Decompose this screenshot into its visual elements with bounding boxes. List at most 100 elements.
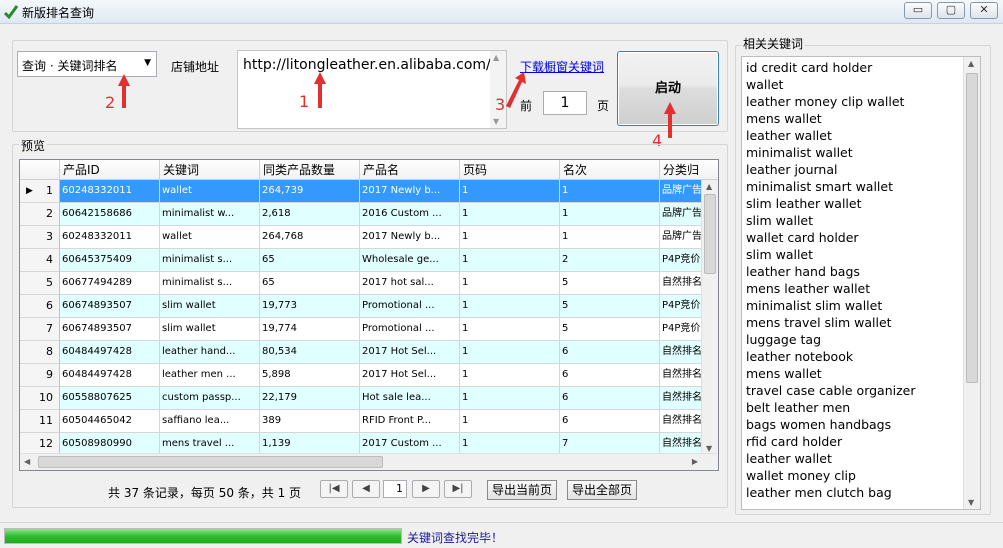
table-cell[interactable]: 1 xyxy=(460,180,560,203)
table-cell[interactable]: 60558807625 xyxy=(60,387,160,410)
table-cell[interactable]: 22,179 xyxy=(260,387,360,410)
download-keywords-link[interactable]: 下载橱窗关键词 xyxy=(520,58,604,75)
column-header[interactable]: 页码 xyxy=(460,160,560,180)
table-cell[interactable]: 2017 Newly b... xyxy=(360,180,460,203)
table-cell[interactable]: 2,618 xyxy=(260,203,360,226)
keyword-item[interactable]: minimalist slim wallet xyxy=(746,298,882,313)
row-header[interactable]: 2 xyxy=(20,203,60,226)
table-cell[interactable]: 1 xyxy=(560,226,660,249)
table-cell[interactable]: 19,774 xyxy=(260,318,360,341)
table-cell[interactable]: 6 xyxy=(560,387,660,410)
scroll-right-icon[interactable]: ▶ xyxy=(692,457,698,466)
keywords-scrollbar[interactable]: ▲ ▼ xyxy=(963,57,980,509)
table-cell[interactable]: 65 xyxy=(260,249,360,272)
table-cell[interactable]: 1 xyxy=(460,249,560,272)
table-cell[interactable]: wallet xyxy=(160,226,260,249)
row-header[interactable]: 5 xyxy=(20,272,60,295)
column-header[interactable]: 关键词 xyxy=(160,160,260,180)
export-all-button[interactable]: 导出全部页 xyxy=(567,480,638,500)
scroll-down-icon[interactable]: ▼ xyxy=(706,444,712,453)
table-cell[interactable]: 6 xyxy=(560,364,660,387)
row-header[interactable]: 10 xyxy=(20,387,60,410)
table-cell[interactable]: saffiano lea... xyxy=(160,410,260,433)
results-grid[interactable]: 产品ID 关键词 同类产品数量 产品名 页码 名次 分类归 ▶ 1 60248332… xyxy=(19,159,719,471)
last-page-button[interactable]: ▶| xyxy=(444,480,472,498)
keyword-item[interactable]: slim wallet xyxy=(746,247,813,262)
table-cell[interactable]: minimalist s... xyxy=(160,249,260,272)
keyword-item[interactable]: slim leather wallet xyxy=(746,196,861,211)
scroll-down-icon[interactable]: ▼ xyxy=(493,117,499,126)
column-header[interactable]: 分类归 xyxy=(660,160,718,180)
table-cell[interactable]: 1 xyxy=(560,203,660,226)
keyword-item[interactable]: leather notebook xyxy=(746,349,853,364)
grid-horizontal-scrollbar[interactable]: ◀ ▶ xyxy=(20,453,718,470)
table-cell[interactable]: 1 xyxy=(460,318,560,341)
row-header[interactable]: 8 xyxy=(20,341,60,364)
scroll-thumb[interactable] xyxy=(38,456,383,468)
table-cell[interactable]: slim wallet xyxy=(160,295,260,318)
table-cell[interactable]: 2 xyxy=(560,249,660,272)
table-cell[interactable]: 1 xyxy=(460,364,560,387)
table-cell[interactable]: minimalist w... xyxy=(160,203,260,226)
table-cell[interactable]: 2017 Newly b... xyxy=(360,226,460,249)
table-cell[interactable]: 60484497428 xyxy=(60,364,160,387)
keyword-item[interactable]: mens wallet xyxy=(746,111,822,126)
table-cell[interactable]: wallet xyxy=(160,180,260,203)
current-page-input[interactable]: 1 xyxy=(383,480,407,498)
table-cell[interactable]: 60484497428 xyxy=(60,341,160,364)
scroll-left-icon[interactable]: ◀ xyxy=(24,457,30,466)
table-cell[interactable]: 60674893507 xyxy=(60,318,160,341)
keyword-item[interactable]: mens wallet xyxy=(746,366,822,381)
keyword-item[interactable]: leather journal xyxy=(746,162,837,177)
row-header[interactable]: 11 xyxy=(20,410,60,433)
table-cell[interactable]: 65 xyxy=(260,272,360,295)
keyword-item[interactable]: leather hand bags xyxy=(746,264,860,279)
table-cell[interactable]: 2017 hot sal... xyxy=(360,272,460,295)
table-cell[interactable]: 2017 Hot Sel... xyxy=(360,341,460,364)
keyword-item[interactable]: minimalist smart wallet xyxy=(746,179,893,194)
grid-vertical-scrollbar[interactable]: ▲ ▼ xyxy=(701,180,718,455)
table-cell[interactable]: 5 xyxy=(560,272,660,295)
table-cell[interactable]: 6 xyxy=(560,410,660,433)
query-type-select[interactable]: 查询 · 关键词排名 ▼ xyxy=(17,51,157,77)
table-cell[interactable]: Hot sale lea... xyxy=(360,387,460,410)
table-cell[interactable]: Wholesale ge... xyxy=(360,249,460,272)
keyword-item[interactable]: leather men clutch bag xyxy=(746,485,892,500)
minimize-button[interactable]: ▭ xyxy=(904,2,932,19)
row-header[interactable]: 9 xyxy=(20,364,60,387)
table-cell[interactable]: 1 xyxy=(460,272,560,295)
scroll-thumb[interactable] xyxy=(966,73,978,383)
table-cell[interactable]: slim wallet xyxy=(160,318,260,341)
keyword-item[interactable]: mens leather wallet xyxy=(746,281,870,296)
keyword-item[interactable]: wallet money clip xyxy=(746,468,856,483)
scroll-up-icon[interactable]: ▲ xyxy=(968,59,974,68)
keyword-item[interactable]: rfid card holder xyxy=(746,434,842,449)
scroll-down-icon[interactable]: ▼ xyxy=(968,498,974,507)
table-cell[interactable]: 389 xyxy=(260,410,360,433)
table-cell[interactable]: 1 xyxy=(460,295,560,318)
table-cell[interactable]: 6 xyxy=(560,341,660,364)
table-cell[interactable]: 2016 Custom ... xyxy=(360,203,460,226)
keyword-item[interactable]: bags women handbags xyxy=(746,417,891,432)
table-cell[interactable]: custom passp... xyxy=(160,387,260,410)
keyword-item[interactable]: travel case cable organizer xyxy=(746,383,916,398)
keyword-item[interactable]: id credit card holder xyxy=(746,60,872,75)
table-cell[interactable]: RFID Front P... xyxy=(360,410,460,433)
table-cell[interactable]: 264,739 xyxy=(260,180,360,203)
table-cell[interactable]: 60642158686 xyxy=(60,203,160,226)
table-cell[interactable]: 1 xyxy=(460,387,560,410)
scroll-thumb[interactable] xyxy=(704,194,716,274)
keyword-item[interactable]: leather wallet xyxy=(746,451,832,466)
table-cell[interactable]: 5 xyxy=(560,295,660,318)
table-cell[interactable]: 1 xyxy=(460,203,560,226)
table-cell[interactable]: 19,773 xyxy=(260,295,360,318)
table-cell[interactable]: leather hand... xyxy=(160,341,260,364)
table-cell[interactable]: 60645375409 xyxy=(60,249,160,272)
table-cell[interactable]: 1 xyxy=(560,180,660,203)
export-current-button[interactable]: 导出当前页 xyxy=(487,480,558,500)
table-cell[interactable]: minimalist s... xyxy=(160,272,260,295)
keyword-item[interactable]: mens travel slim wallet xyxy=(746,315,892,330)
maximize-button[interactable]: ▢ xyxy=(937,2,965,19)
next-page-button[interactable]: ▶ xyxy=(412,480,440,498)
column-header[interactable]: 名次 xyxy=(560,160,660,180)
